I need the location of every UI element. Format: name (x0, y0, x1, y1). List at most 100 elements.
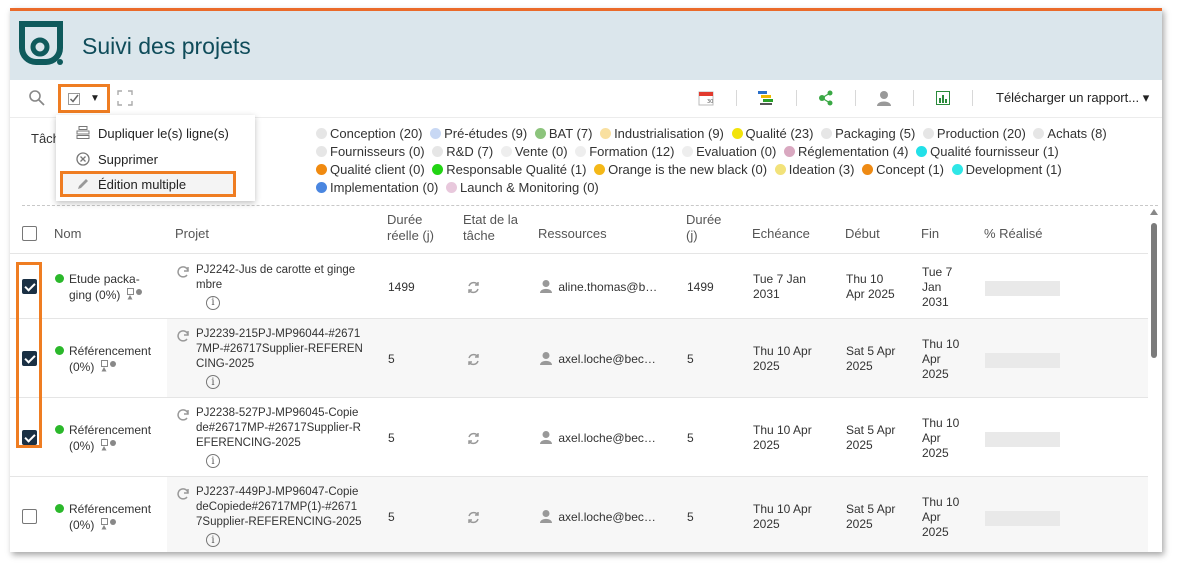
filter-chip[interactable]: R&D (7) (432, 144, 493, 159)
filter-chip[interactable]: Ideation (3) (774, 162, 854, 177)
filter-chip[interactable]: Réglementation (4) (783, 144, 909, 159)
select-actions-dropdown[interactable]: ▼ (58, 84, 110, 113)
date-line: 2025 (753, 359, 780, 373)
filter-chip[interactable]: Concept (1) (862, 162, 944, 177)
user-icon[interactable] (874, 88, 894, 108)
date-line: Jan (922, 279, 942, 294)
table-row[interactable]: Etude packa- ging (0%) PJ2242-Jus de car… (10, 255, 1148, 319)
menu-item-multi-edit[interactable]: Édition multiple (60, 171, 236, 197)
task-name[interactable]: Référencement (0%) (55, 423, 165, 454)
filter-chip[interactable]: Development (1) (951, 162, 1062, 177)
filter-chip[interactable]: BAT (7) (534, 126, 592, 141)
column-header-etat[interactable]: Etat de la tâche (463, 212, 518, 244)
filter-chip[interactable]: Implementation (0) (316, 180, 438, 195)
vertical-scrollbar[interactable] (1148, 209, 1160, 552)
project-name[interactable]: PJ2242-Jus de carotte et ginge mbre (196, 263, 384, 293)
info-icon[interactable]: i (196, 530, 220, 547)
filter-chip[interactable]: Industrialisation (9) (600, 126, 724, 141)
filter-chip[interactable]: Responsable Qualité (1) (432, 162, 586, 177)
filter-chip[interactable]: Orange is the new black (0) (594, 162, 767, 177)
scroll-up-arrow-icon[interactable] (1150, 209, 1158, 215)
checkbox-select-icon (68, 92, 81, 105)
sync-status-icon[interactable] (466, 280, 481, 295)
table-row[interactable]: Référencement (0%) PJ2238-527PJ-MP96045-… (10, 398, 1148, 477)
download-report-button[interactable]: Télécharger un rapport... ▾ (996, 90, 1149, 106)
filter-chip[interactable]: Qualité client (0) (316, 162, 425, 177)
filter-chip[interactable]: Conception (20) (316, 126, 423, 141)
info-icon[interactable]: i (196, 451, 220, 468)
column-header-echeance[interactable]: Echéance (752, 226, 810, 242)
filter-chip-label: Industrialisation (9) (614, 126, 724, 141)
due-date: Thu 10 Apr 2025 (753, 423, 812, 453)
filter-chip[interactable]: Production (20) (922, 126, 1026, 141)
column-header-duree[interactable]: Durée (j) (686, 212, 721, 244)
svg-text:30: 30 (707, 99, 713, 105)
table-row[interactable]: Référencement (0%) PJ2239-215PJ-MP96044-… (10, 319, 1148, 398)
dependency-icon (100, 439, 116, 451)
info-icon[interactable]: i (196, 372, 220, 389)
filter-chip[interactable]: Qualité fournisseur (1) (916, 144, 1059, 159)
resource[interactable]: axel.loche@bec… (539, 351, 656, 367)
progress-bar (985, 432, 1060, 447)
filter-chip[interactable]: Vente (0) (500, 144, 568, 159)
filter-chip[interactable]: Fournisseurs (0) (316, 144, 425, 159)
task-name[interactable]: Référencement (0%) (55, 344, 165, 375)
filter-chip-label: Achats (8) (1047, 126, 1107, 141)
calendar-icon[interactable]: 30 (696, 88, 716, 108)
filter-chip[interactable]: Pré-études (9) (430, 126, 527, 141)
filter-chip-label: Concept (1) (876, 162, 945, 177)
filter-chip[interactable]: Formation (12) (575, 144, 674, 159)
spreadsheet-icon[interactable] (933, 88, 953, 108)
tree-icon[interactable] (816, 88, 836, 108)
filter-chip[interactable]: Packaging (5) (821, 126, 915, 141)
select-all-checkbox[interactable] (22, 226, 37, 241)
gantt-icon[interactable] (756, 88, 776, 108)
sync-status-icon[interactable] (466, 510, 481, 525)
color-dot-icon (1033, 128, 1045, 139)
info-icon[interactable]: i (196, 293, 220, 310)
search-icon[interactable] (28, 89, 46, 107)
filter-chip-label: Production (20) (936, 126, 1026, 141)
resource[interactable]: aline.thomas@b… (539, 279, 657, 295)
expand-icon[interactable] (117, 90, 133, 106)
project-name[interactable]: PJ2238-527PJ-MP96045-Copie de#26717MP-#26… (196, 406, 384, 451)
scroll-thumb[interactable] (1151, 223, 1157, 358)
task-name[interactable]: Référencement (0%) (55, 502, 165, 533)
column-header-duree-reelle[interactable]: Durée réelle (j) (387, 212, 434, 244)
filter-chip[interactable]: Qualité (23) (731, 126, 813, 141)
sync-status-icon[interactable] (466, 352, 481, 367)
date-line: Thu 10 Apr (753, 502, 812, 516)
column-header-fin[interactable]: Fin (921, 226, 939, 242)
column-header-ressources[interactable]: Ressources (538, 226, 607, 242)
resource[interactable]: axel.loche@bec… (539, 430, 656, 446)
filter-chip-label: Formation (12) (589, 144, 675, 159)
project-name[interactable]: PJ2239-215PJ-MP96044-#2671 7MP-#26717Supp… (196, 327, 384, 372)
filter-chip[interactable]: Evaluation (0) (682, 144, 776, 159)
resource[interactable]: axel.loche@bec… (539, 509, 656, 525)
task-name[interactable]: Etude packa- ging (0%) (55, 272, 165, 303)
column-header-realise[interactable]: % Réalisé (984, 226, 1043, 242)
date-line: Thu 10 Apr (753, 423, 812, 437)
filter-chip[interactable]: Achats (8) (1033, 126, 1107, 141)
refresh-icon (177, 488, 189, 500)
project-name[interactable]: PJ2237-449PJ-MP96047-Copie deCopiede#2671… (196, 485, 384, 530)
sync-status-icon[interactable] (466, 431, 481, 446)
color-dot-icon (862, 164, 874, 175)
project-name-line: EFERENCING-2025 (196, 437, 301, 449)
date-line: 2025 (753, 438, 780, 452)
row-checkbox[interactable] (22, 509, 37, 524)
color-dot-icon (774, 164, 786, 175)
color-dot-icon (821, 128, 833, 139)
column-header-debut[interactable]: Début (845, 226, 880, 242)
menu-item-duplicate[interactable]: Dupliquer le(s) ligne(s) (56, 120, 255, 146)
header-line: réelle (j) (387, 228, 434, 243)
menu-item-delete[interactable]: Supprimer (56, 146, 255, 172)
column-header-nom[interactable]: Nom (54, 226, 81, 242)
table-row[interactable]: Référencement (0%) PJ2237-449PJ-MP96047-… (10, 477, 1148, 552)
resource-email: axel.loche@bec… (558, 510, 656, 524)
filter-chip[interactable]: Launch & Monitoring (0) (446, 180, 599, 195)
toolbar-divider (855, 90, 856, 106)
page-header: Suivi des projets (10, 11, 1162, 80)
column-header-projet[interactable]: Projet (175, 226, 209, 242)
status-dot-icon (55, 504, 64, 513)
